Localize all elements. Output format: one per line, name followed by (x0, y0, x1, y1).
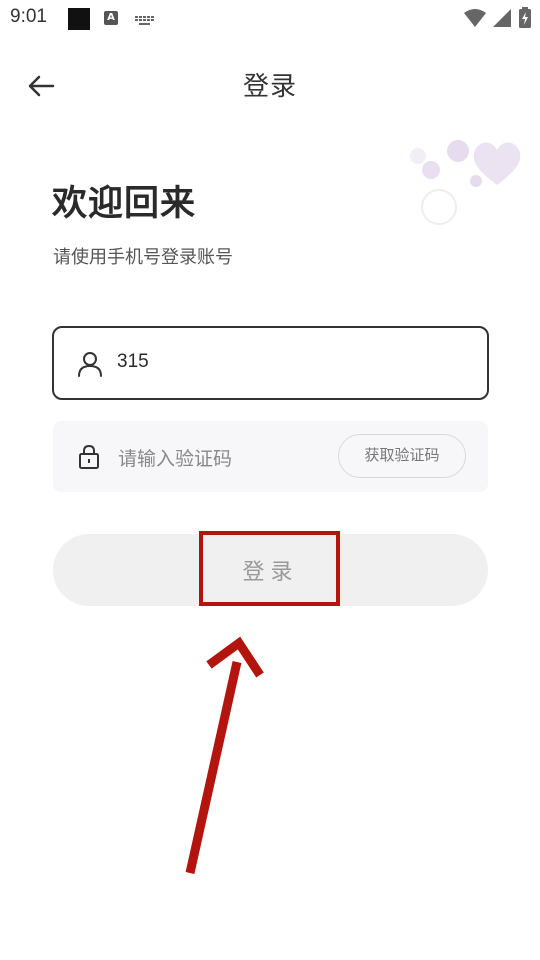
annotation-highlight-box (199, 531, 340, 606)
welcome-subtitle: 请使用手机号登录账号 (53, 247, 233, 268)
notification-a-icon: A (104, 11, 118, 25)
lock-icon (77, 444, 101, 474)
status-bar: 9:01 A (0, 0, 540, 36)
phone-input[interactable]: 315 (52, 326, 489, 400)
keyboard-icon (134, 12, 156, 31)
notification-app-icon (68, 8, 90, 30)
get-code-button[interactable]: 获取验证码 (338, 434, 466, 478)
page-title: 登录 (242, 72, 297, 102)
wifi-icon (464, 8, 486, 32)
user-icon (76, 350, 104, 382)
code-placeholder: 请输入验证码 (118, 448, 233, 470)
status-time: 9:01 (10, 6, 47, 27)
welcome-title: 欢迎回来 (52, 184, 197, 224)
battery-icon (518, 7, 532, 33)
annotation-arrow-icon (170, 630, 280, 885)
decorative-bubbles (400, 130, 530, 230)
verification-code-input[interactable]: 请输入验证码 获取验证码 (53, 421, 488, 492)
signal-icon (492, 8, 512, 32)
phone-value: 315 (117, 351, 149, 372)
status-right-icons (464, 7, 532, 33)
